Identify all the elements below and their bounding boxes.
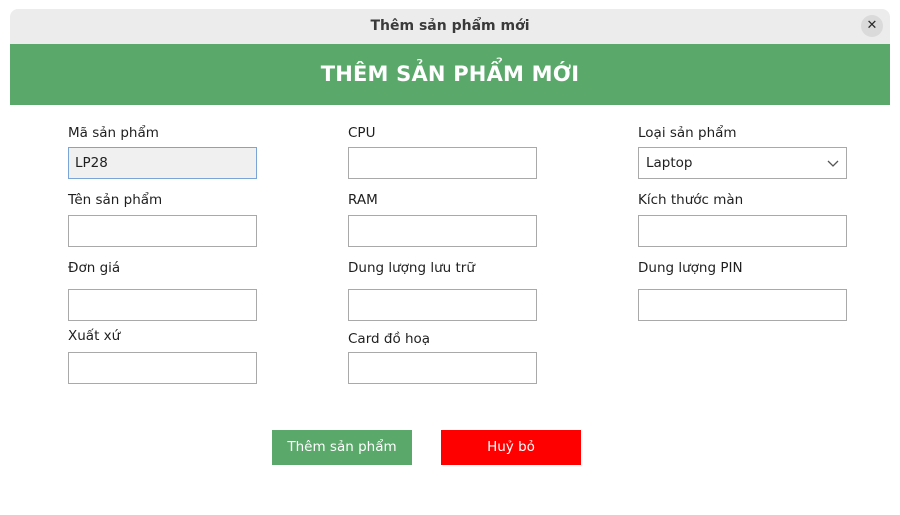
product-type-label: Loại sản phẩm (638, 125, 737, 141)
ram-input[interactable] (348, 215, 537, 247)
product-type-select[interactable]: Laptop (638, 147, 847, 179)
origin-label: Xuất xứ (68, 328, 121, 344)
title-bar: Thêm sản phẩm mới ✕ (10, 9, 890, 44)
product-type-selected: Laptop (646, 155, 693, 171)
close-icon[interactable]: ✕ (861, 15, 883, 37)
screen-size-input[interactable] (638, 215, 847, 247)
product-code-label: Mã sản phẩm (68, 125, 159, 141)
storage-input[interactable] (348, 289, 537, 321)
origin-input[interactable] (68, 352, 257, 384)
cpu-label: CPU (348, 125, 376, 141)
graphics-card-input[interactable] (348, 352, 537, 384)
product-code-input[interactable] (68, 147, 257, 179)
product-name-label: Tên sản phẩm (68, 192, 163, 208)
product-name-input[interactable] (68, 215, 257, 247)
screen-size-label: Kích thước màn (638, 192, 744, 208)
unit-price-label: Đơn giá (68, 260, 121, 276)
chevron-down-icon (827, 160, 839, 167)
storage-label: Dung lượng lưu trữ (348, 260, 475, 276)
unit-price-input[interactable] (68, 289, 257, 321)
cpu-input[interactable] (348, 147, 537, 179)
graphics-card-label: Card đồ hoạ (348, 331, 431, 347)
cancel-button[interactable]: Huỷ bỏ (441, 430, 581, 465)
window-title: Thêm sản phẩm mới (370, 18, 530, 34)
ram-label: RAM (348, 192, 378, 208)
add-product-button[interactable]: Thêm sản phẩm (272, 430, 412, 465)
battery-capacity-label: Dung lượng PIN (638, 260, 743, 276)
page-title: THÊM SẢN PHẨM MỚI (320, 62, 580, 86)
header-banner: THÊM SẢN PHẨM MỚI (10, 44, 890, 105)
add-product-dialog: Thêm sản phẩm mới ✕ THÊM SẢN PHẨM MỚI Mã… (10, 9, 890, 515)
battery-capacity-input[interactable] (638, 289, 847, 321)
